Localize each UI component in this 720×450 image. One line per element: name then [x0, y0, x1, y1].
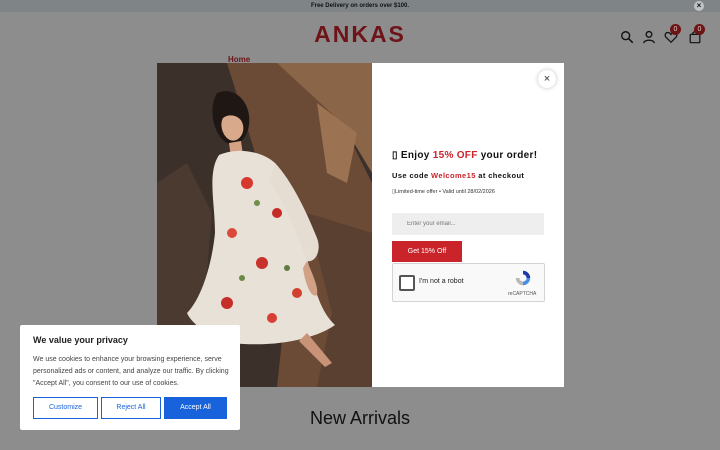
recaptcha-checkbox[interactable] — [399, 275, 415, 291]
cart-button[interactable]: 0 — [688, 24, 705, 44]
accept-all-button[interactable]: Accept All — [164, 397, 227, 419]
gift-icon: ▯ — [392, 150, 398, 161]
wishlist-count-badge: 0 — [670, 24, 681, 35]
recaptcha-logo-icon — [515, 270, 531, 286]
cart-count-badge: 0 — [694, 24, 705, 35]
get-discount-button[interactable]: Get 15% Off — [392, 241, 462, 262]
validity-text: Limited-time offer • Valid until 28/02/2… — [395, 189, 495, 195]
wishlist-button[interactable]: 0 — [664, 24, 681, 44]
search-icon[interactable] — [620, 30, 634, 44]
offer-highlight: 15% OFF — [432, 150, 478, 161]
reject-all-button[interactable]: Reject All — [101, 397, 161, 419]
popup-close-button[interactable]: × — [538, 70, 556, 88]
site-header: ANKAS 0 0 — [0, 12, 720, 56]
email-input[interactable] — [392, 213, 544, 235]
offer-suffix: your order! — [477, 150, 538, 161]
code-suffix: at checkout — [475, 171, 525, 180]
offer-heading: ▯ Enjoy 15% OFF your order! — [392, 150, 537, 161]
code-prefix: Use code — [392, 171, 432, 180]
offer-validity: ▯Limited-time offer • Valid until 28/02/… — [392, 189, 495, 195]
announcement-close-button[interactable]: × — [694, 1, 704, 11]
recaptcha-label: I'm not a robot — [419, 278, 464, 285]
customize-button[interactable]: Customize — [33, 397, 98, 419]
cookie-consent-banner: We value your privacy We use cookies to … — [20, 325, 240, 430]
announcement-text: Free Delivery on orders over $100. — [310, 3, 410, 9]
site-logo[interactable]: ANKAS — [0, 21, 720, 48]
announcement-bar: Free Delivery on orders over $100. × — [0, 0, 720, 12]
recaptcha-widget: I'm not a robot reCAPTCHA — [392, 263, 545, 302]
recaptcha-brand: reCAPTCHA — [508, 291, 537, 297]
user-icon[interactable] — [642, 30, 656, 44]
promo-code: Welcome15 — [431, 171, 476, 180]
offer-prefix: Enjoy — [400, 150, 433, 161]
cookie-text: We use cookies to enhance your browsing … — [33, 356, 229, 387]
promo-code-line: Use code Welcome15 at checkout — [392, 171, 524, 180]
cookie-title: We value your privacy — [33, 335, 128, 345]
